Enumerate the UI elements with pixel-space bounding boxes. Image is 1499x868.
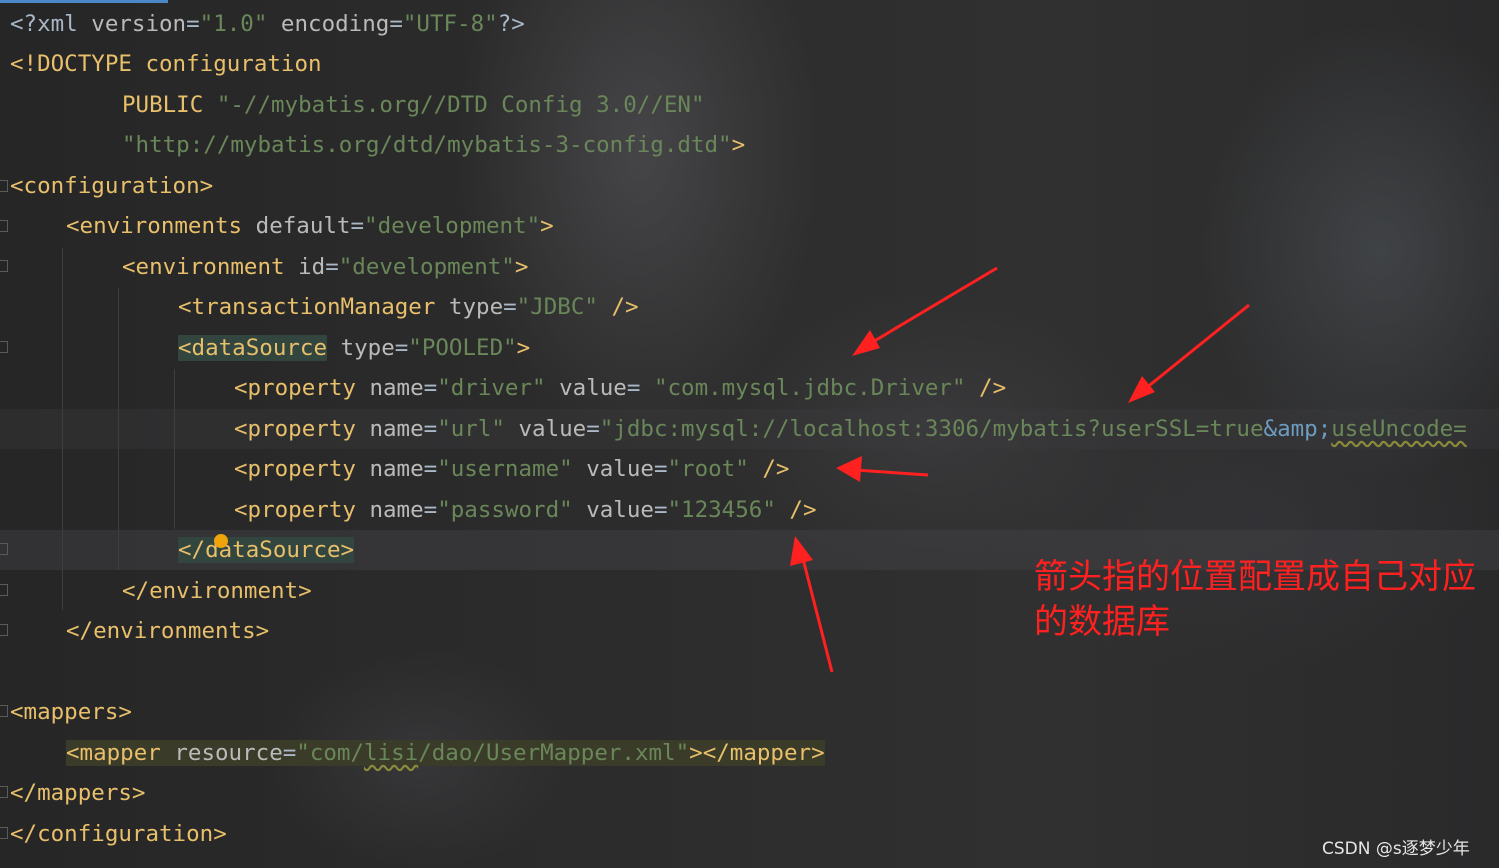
annotation-arrows xyxy=(790,266,1250,673)
arrow-to-driver xyxy=(865,266,998,348)
watermark: CSDN @s逐梦少年 xyxy=(1322,839,1470,859)
arrow-head-icon xyxy=(1128,376,1155,403)
arrow-head-icon xyxy=(852,330,880,356)
arrow-head-icon xyxy=(790,536,813,566)
arrow-to-password xyxy=(800,554,834,673)
arrow-to-username xyxy=(854,468,929,477)
arrow-to-url xyxy=(1139,303,1250,395)
arrow-head-icon xyxy=(836,456,862,482)
annotation-text: 箭头指的位置配置成自己对应的数据库 xyxy=(1034,557,1476,642)
